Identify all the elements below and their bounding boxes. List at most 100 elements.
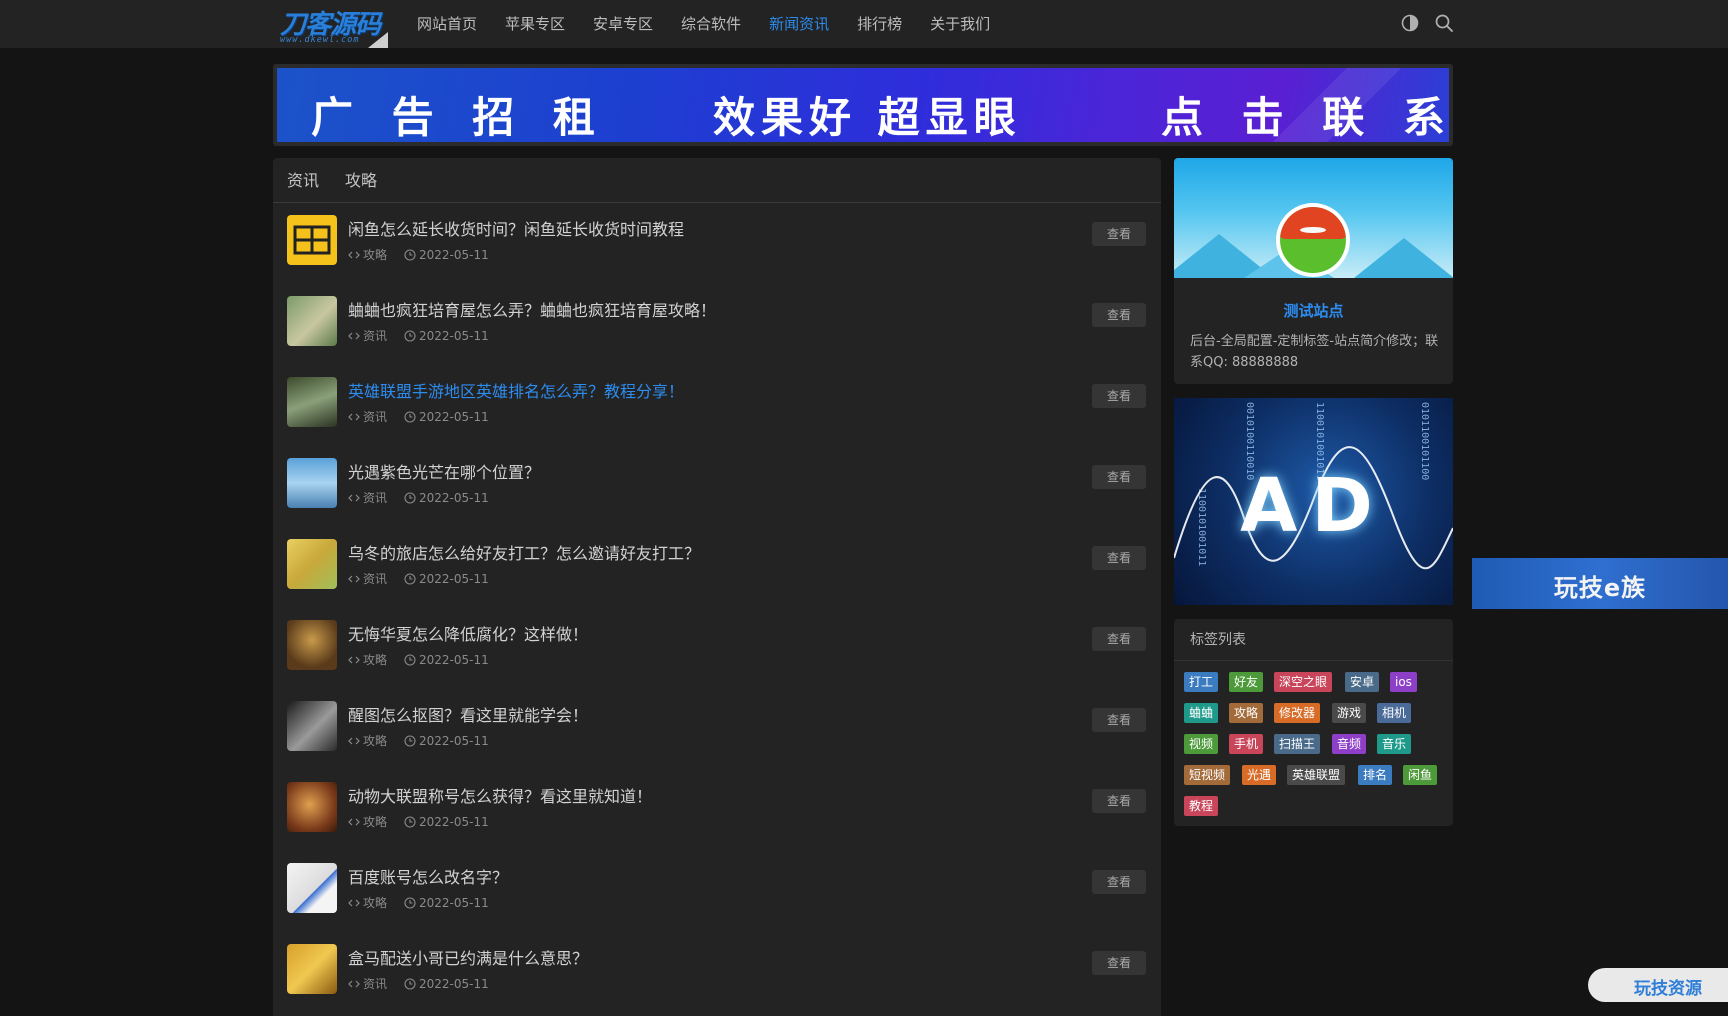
article-title[interactable]: 无悔华夏怎么降低腐化？这样做！	[348, 621, 588, 645]
article-title[interactable]: 盒马配送小哥已约满是什么意思？	[348, 945, 588, 969]
tag-chip[interactable]: 深空之眼	[1274, 672, 1333, 692]
article-meta: 攻略 2022-05-11	[348, 732, 489, 749]
article-category[interactable]: 资讯	[363, 327, 387, 344]
article-category[interactable]: 资讯	[363, 570, 387, 587]
nav-item-news[interactable]: 新闻资讯	[755, 0, 843, 48]
tag-chip[interactable]: 排名	[1358, 765, 1393, 785]
view-button[interactable]: 查看	[1092, 870, 1146, 894]
article-date: 2022-05-11	[419, 328, 489, 343]
tag-chip[interactable]: 蛐蛐	[1184, 703, 1219, 723]
nav-item-home[interactable]: 网站首页	[403, 0, 491, 48]
site-logo[interactable]: 刀客源码 www.dkewl.com	[278, 4, 388, 48]
article-item: 光遇紫色光芒在哪个位置？ 资讯 2022-05-11 查看	[273, 445, 1161, 526]
article-thumbnail[interactable]	[287, 701, 337, 751]
tag-chip[interactable]: 视频	[1184, 734, 1219, 754]
article-title[interactable]: 百度账号怎么改名字？	[348, 864, 508, 888]
article-thumbnail[interactable]	[287, 458, 337, 508]
sidebar-ad[interactable]: 0010100110010 1100101001011 010110010110…	[1174, 398, 1453, 605]
banner-ad-image: 广 告 招 租 效果好 超显眼 点 击 联 系	[277, 68, 1449, 142]
view-button[interactable]: 查看	[1092, 789, 1146, 813]
tab-news[interactable]: 资讯	[287, 158, 319, 202]
floating-corner-ad[interactable]: 玩技资源	[1588, 968, 1728, 1002]
article-title[interactable]: 动物大联盟称号怎么获得？看这里就知道！	[348, 783, 652, 807]
theme-toggle-icon[interactable]	[1400, 13, 1420, 33]
article-thumbnail[interactable]	[287, 620, 337, 670]
tag-chip[interactable]: 打工	[1184, 672, 1219, 692]
clock-icon	[404, 653, 416, 666]
site-description: 后台-全局配置-定制标签-站点简介修改；联系QQ: 88888888	[1190, 334, 1439, 370]
article-date: 2022-05-11	[419, 409, 489, 424]
main-nav: 网站首页 苹果专区 安卓专区 综合软件 新闻资讯 排行榜 关于我们	[403, 0, 1004, 48]
banner-ad[interactable]: 广 告 招 租 效果好 超显眼 点 击 联 系	[273, 64, 1453, 146]
code-icon	[348, 251, 360, 258]
nav-item-ranking[interactable]: 排行榜	[843, 0, 916, 48]
code-icon	[348, 818, 360, 825]
tag-chip[interactable]: 英雄联盟	[1287, 765, 1346, 785]
article-list-panel: 资讯 攻略 闲鱼怎么延长收货时间？闲鱼延长收货时间教程 攻略 2022-05-1…	[273, 158, 1161, 1016]
article-item: 无悔华夏怎么降低腐化？这样做！ 攻略 2022-05-11 查看	[273, 607, 1161, 688]
view-button[interactable]: 查看	[1092, 303, 1146, 327]
view-button[interactable]: 查看	[1092, 465, 1146, 489]
tag-chip[interactable]: 游戏	[1332, 703, 1367, 723]
article-title[interactable]: 醒图怎么抠图？看这里就能学会！	[348, 702, 588, 726]
tag-chip[interactable]: 闲鱼	[1403, 765, 1438, 785]
article-thumbnail[interactable]	[287, 296, 337, 346]
article-meta: 资讯 2022-05-11	[348, 975, 489, 992]
article-title[interactable]: 蛐蛐也疯狂培育屋怎么弄？蛐蛐也疯狂培育屋攻略！	[348, 297, 716, 321]
tag-chip[interactable]: 音频	[1332, 734, 1367, 754]
article-thumbnail[interactable]	[287, 863, 337, 913]
article-meta: 攻略 2022-05-11	[348, 894, 489, 911]
article-meta: 资讯 2022-05-11	[348, 489, 489, 506]
site-name[interactable]: 测试站点	[1174, 300, 1453, 321]
tag-chip[interactable]: ios	[1390, 672, 1417, 692]
tab-guides[interactable]: 攻略	[345, 158, 377, 202]
article-thumbnail[interactable]	[287, 215, 337, 265]
article-category[interactable]: 资讯	[363, 975, 387, 992]
article-date: 2022-05-11	[419, 814, 489, 829]
article-category[interactable]: 攻略	[363, 894, 387, 911]
article-thumbnail[interactable]	[287, 782, 337, 832]
tag-chip[interactable]: 手机	[1229, 734, 1264, 754]
floating-side-ad[interactable]: 玩技e族	[1472, 558, 1728, 609]
article-category[interactable]: 资讯	[363, 489, 387, 506]
clock-icon	[404, 572, 416, 585]
article-category[interactable]: 资讯	[363, 408, 387, 425]
view-button[interactable]: 查看	[1092, 627, 1146, 651]
tag-chip[interactable]: 扫描王	[1274, 734, 1321, 754]
tag-chip[interactable]: 短视频	[1184, 765, 1231, 785]
code-icon	[348, 737, 360, 744]
article-item: 闲鱼怎么延长收货时间？闲鱼延长收货时间教程 攻略 2022-05-11 查看	[273, 202, 1161, 283]
article-title[interactable]: 光遇紫色光芒在哪个位置？	[348, 459, 540, 483]
nav-item-software[interactable]: 综合软件	[667, 0, 755, 48]
tag-chip[interactable]: 修改器	[1274, 703, 1321, 723]
tag-chip[interactable]: 光遇	[1242, 765, 1277, 785]
avatar[interactable]	[1276, 203, 1350, 277]
article-thumbnail[interactable]	[287, 539, 337, 589]
search-icon[interactable]	[1434, 13, 1454, 33]
view-button[interactable]: 查看	[1092, 222, 1146, 246]
nav-item-apple[interactable]: 苹果专区	[491, 0, 579, 48]
article-date: 2022-05-11	[419, 976, 489, 991]
tag-chip[interactable]: 好友	[1229, 672, 1264, 692]
view-button[interactable]: 查看	[1092, 708, 1146, 732]
article-item: 盒马配送小哥已约满是什么意思？ 资讯 2022-05-11 查看	[273, 931, 1161, 1012]
article-category[interactable]: 攻略	[363, 651, 387, 668]
article-thumbnail[interactable]	[287, 377, 337, 427]
article-title[interactable]: 英雄联盟手游地区英雄排名怎么弄？教程分享！	[348, 378, 684, 402]
article-category[interactable]: 攻略	[363, 246, 387, 263]
tag-chip[interactable]: 相机	[1377, 703, 1412, 723]
tag-chip[interactable]: 安卓	[1345, 672, 1380, 692]
article-thumbnail[interactable]	[287, 944, 337, 994]
article-title[interactable]: 乌冬的旅店怎么给好友打工？怎么邀请好友打工？	[348, 540, 700, 564]
view-button[interactable]: 查看	[1092, 546, 1146, 570]
article-title[interactable]: 闲鱼怎么延长收货时间？闲鱼延长收货时间教程	[348, 216, 684, 240]
nav-item-android[interactable]: 安卓专区	[579, 0, 667, 48]
tag-chip[interactable]: 攻略	[1229, 703, 1264, 723]
view-button[interactable]: 查看	[1092, 951, 1146, 975]
view-button[interactable]: 查看	[1092, 384, 1146, 408]
tag-chip[interactable]: 音乐	[1377, 734, 1412, 754]
nav-item-about[interactable]: 关于我们	[916, 0, 1004, 48]
article-category[interactable]: 攻略	[363, 813, 387, 830]
article-category[interactable]: 攻略	[363, 732, 387, 749]
tag-chip[interactable]: 教程	[1184, 796, 1219, 816]
